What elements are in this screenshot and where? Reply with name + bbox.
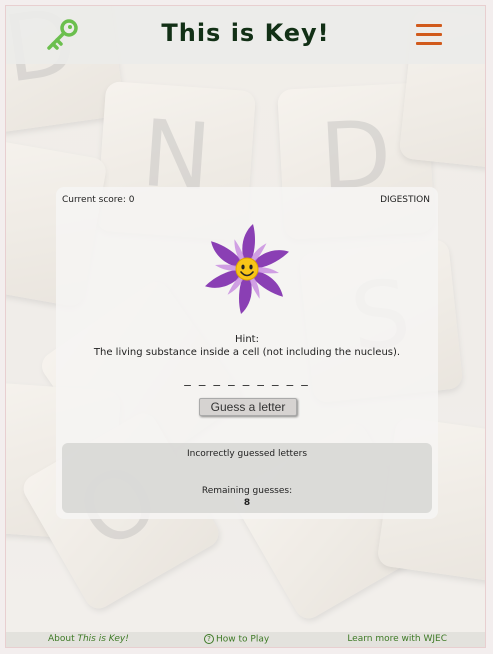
about-link[interactable]: About This is Key! [48, 634, 129, 644]
remaining-guesses-label: Remaining guesses: [201, 486, 293, 496]
how-to-play-link[interactable]: ? How to Play [204, 634, 269, 645]
guess-status-panel: Incorrectly guessed letters Remaining gu… [62, 443, 432, 513]
learn-more-link[interactable]: Learn more with WJEC [347, 634, 447, 644]
smiling-flower-icon [205, 224, 289, 314]
app-header: This is Key! [6, 6, 485, 64]
question-icon: ? [204, 634, 214, 644]
guess-letter-button[interactable]: Guess a letter [199, 398, 297, 416]
app-title: This is Key! [161, 19, 330, 47]
hint-label: Hint: [235, 334, 259, 345]
app-footer: About This is Key! ? How to Play Learn mo… [6, 632, 485, 647]
incorrect-letters-label: Incorrectly guessed letters [186, 449, 308, 459]
remaining-guesses-value: 8 [243, 498, 251, 508]
word-blanks: _ _ _ _ _ _ _ _ _ [184, 372, 310, 387]
hint-text: The living substance inside a cell (not … [93, 347, 401, 358]
hamburger-menu-icon[interactable] [416, 24, 442, 46]
app-frame: D N D S O This is Key! Current score: 0 [5, 5, 486, 648]
current-score: Current score: 0 [62, 195, 135, 205]
game-card: Current score: 0 DIGESTION Hint: The liv… [56, 187, 438, 519]
word-category: DIGESTION [380, 195, 430, 205]
